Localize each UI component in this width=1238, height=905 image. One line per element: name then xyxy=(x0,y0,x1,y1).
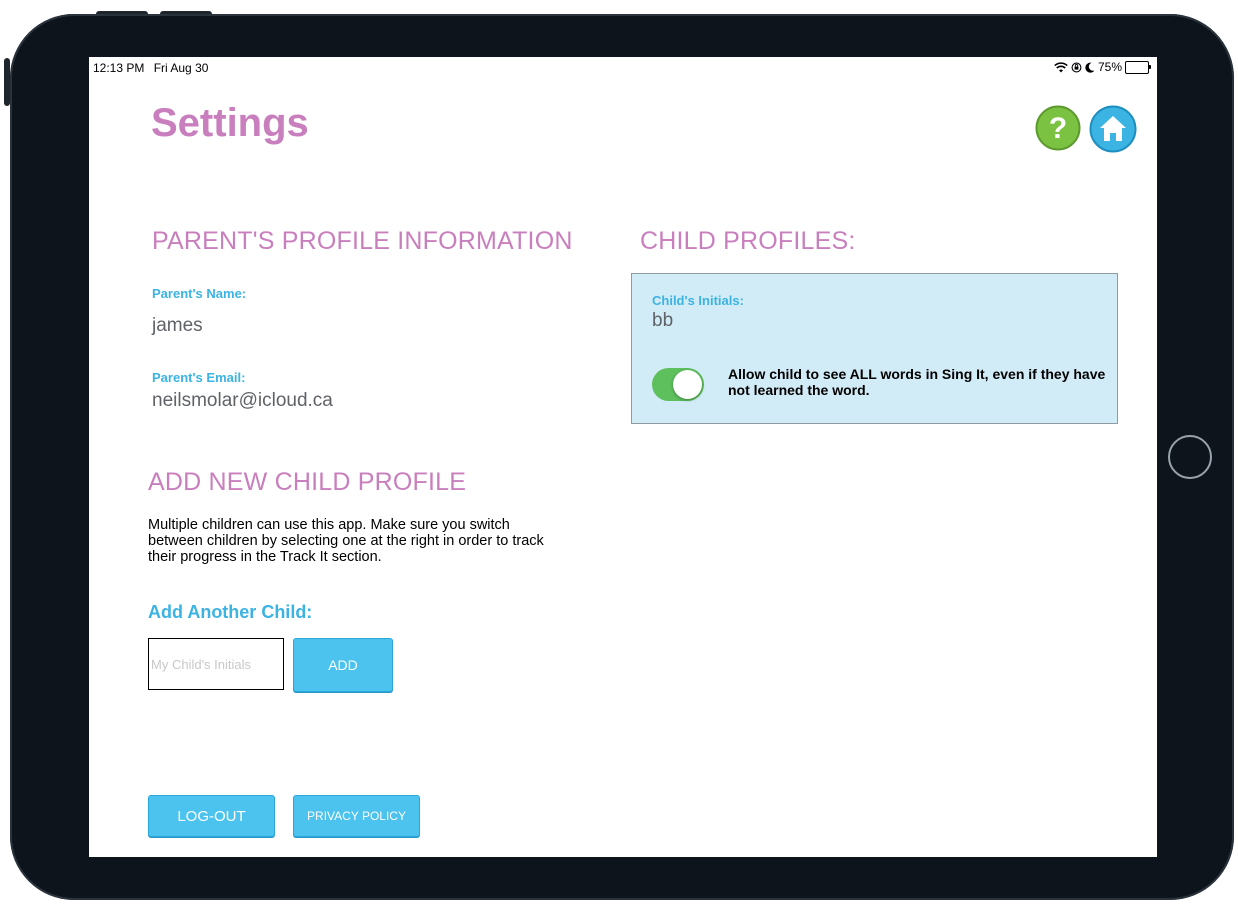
moon-icon xyxy=(1085,62,1095,73)
child-initials-label: Child's Initials: xyxy=(652,293,744,308)
child-profile-card[interactable]: Child's Initials: bb Allow child to see … xyxy=(631,273,1118,424)
house-icon[interactable] xyxy=(1089,105,1137,153)
privacy-policy-button[interactable]: PRIVACY POLICY xyxy=(293,795,420,837)
add-child-button[interactable]: ADD xyxy=(293,638,393,692)
question-mark-icon[interactable]: ? xyxy=(1035,105,1081,151)
wifi-icon xyxy=(1054,61,1068,72)
parent-name-value: james xyxy=(152,315,203,336)
parent-email-label: Parent's Email: xyxy=(152,370,246,385)
orientation-lock-icon xyxy=(1071,62,1082,72)
toggle-knob xyxy=(673,370,702,399)
parent-profile-heading: PARENT'S PROFILE INFORMATION xyxy=(152,227,573,255)
page-title: Settings xyxy=(151,101,309,145)
svg-text:?: ? xyxy=(1049,112,1067,145)
parent-email-value: neilsmolar@icloud.ca xyxy=(152,390,333,411)
show-all-words-label: Allow child to see ALL words in Sing It,… xyxy=(728,366,1106,398)
add-child-heading: ADD NEW CHILD PROFILE xyxy=(148,468,467,496)
child-profiles-heading: CHILD PROFILES: xyxy=(640,227,856,255)
battery-percent: 75% xyxy=(1097,60,1122,74)
battery-icon xyxy=(1125,60,1151,74)
status-time: 12:13 PM xyxy=(93,61,145,75)
app-screen: 12:13 PM Fri Aug 30 75% Settings ? PAREN… xyxy=(89,57,1157,857)
status-date: Fri Aug 30 xyxy=(153,61,209,75)
show-all-words-toggle[interactable] xyxy=(652,368,704,401)
parent-name-label: Parent's Name: xyxy=(152,286,247,301)
logout-button[interactable]: LOG-OUT xyxy=(148,795,275,837)
add-another-child-label: Add Another Child: xyxy=(148,602,313,622)
device-home-button[interactable] xyxy=(1168,435,1212,479)
status-bar-right: 75% xyxy=(1054,60,1151,74)
child-initials-value: bb xyxy=(652,310,674,331)
add-child-description: Multiple children can use this app. Make… xyxy=(148,517,544,565)
status-bar-left: 12:13 PM Fri Aug 30 xyxy=(93,61,214,75)
child-initials-input[interactable] xyxy=(148,638,284,690)
